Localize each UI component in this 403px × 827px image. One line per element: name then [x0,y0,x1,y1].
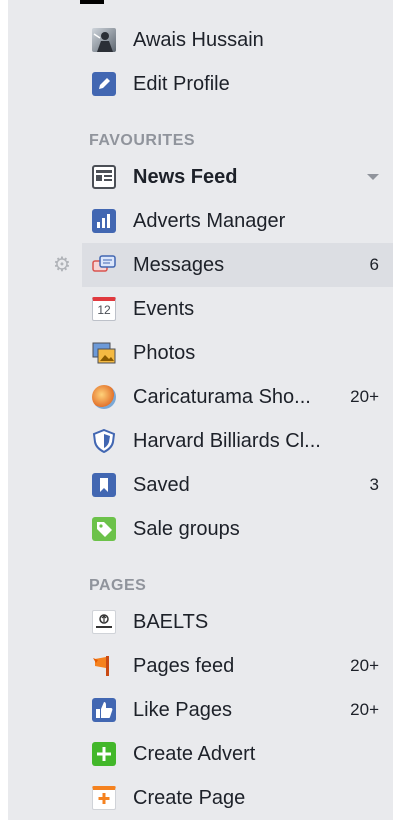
notification-count: 20+ [350,700,379,719]
messages-icon [92,253,116,277]
edit-profile-link[interactable]: Edit Profile [8,62,393,106]
nav-item-create-advert[interactable]: Create Advert [8,732,393,776]
nav-item-harvard-billiards[interactable]: Harvard Billiards Cl... [8,419,393,463]
bookmark-icon [92,473,116,497]
left-nav-panel: Awais Hussain Edit Profile FAVOURITES Ne… [8,0,393,820]
nav-item-adverts-manager[interactable]: Adverts Manager [8,199,393,243]
profile-link[interactable]: Awais Hussain [8,18,393,62]
nav-item-label: Create Page [133,787,246,809]
photos-icon [92,341,116,365]
pencil-icon [92,72,116,96]
unread-count-badge: 6 [369,255,379,274]
nav-item-create-page[interactable]: Create Page [8,776,393,820]
nav-item-sale-groups[interactable]: Sale groups [8,507,393,551]
avatar [92,28,116,52]
nav-item-news-feed[interactable]: News Feed [8,155,393,199]
notification-count: 20+ [350,656,379,675]
nav-item-label: Events [133,298,195,320]
price-tag-icon [92,517,116,541]
page-logo-icon [92,610,116,634]
nav-item-label: Caricaturama Sho... [133,386,311,408]
thumbs-up-icon [92,698,116,722]
calendar-icon: 12 [92,297,116,321]
chevron-down-icon[interactable] [367,174,379,180]
nav-item-label: Messages [133,254,225,276]
nav-item-label: Sale groups [133,518,240,540]
flag-icon [92,654,116,678]
nav-item-like-pages[interactable]: Like Pages 20+ [8,688,393,732]
nav-item-baelts[interactable]: BAELTS [8,600,393,644]
shield-icon [92,428,116,454]
nav-item-label: News Feed [133,166,238,188]
nav-item-label: Pages feed [133,655,235,677]
active-row-highlight [82,243,393,287]
nav-item-pages-feed[interactable]: Pages feed 20+ [8,644,393,688]
nav-item-events[interactable]: 12 Events [8,287,393,331]
favourites-heading: FAVOURITES [89,132,196,149]
saved-count-badge: 3 [369,475,379,494]
pages-heading: PAGES [89,577,147,594]
nav-item-messages[interactable]: ⚙ Messages 6 [8,243,393,287]
nav-item-label: Create Advert [133,743,256,765]
top-edge-marker [80,0,104,4]
nav-item-photos[interactable]: Photos [8,331,393,375]
bar-chart-icon [92,209,116,233]
nav-item-label: BAELTS [133,611,209,633]
plus-icon [92,742,116,766]
nav-item-caricaturama[interactable]: Caricaturama Sho... 20+ [8,375,393,419]
nav-item-label: Harvard Billiards Cl... [133,430,321,452]
edit-profile-label: Edit Profile [133,73,230,95]
add-page-icon [92,786,116,810]
group-avatar-icon [92,385,116,409]
nav-item-label: Photos [133,342,196,364]
calendar-day: 12 [97,303,111,317]
notification-count: 20+ [350,387,379,406]
news-feed-icon [92,165,116,189]
profile-name: Awais Hussain [133,29,264,51]
nav-item-label: Saved [133,474,190,496]
nav-item-saved[interactable]: Saved 3 [8,463,393,507]
nav-item-label: Adverts Manager [133,210,286,232]
gear-icon[interactable]: ⚙ [53,255,71,275]
nav-item-label: Like Pages [133,699,232,721]
